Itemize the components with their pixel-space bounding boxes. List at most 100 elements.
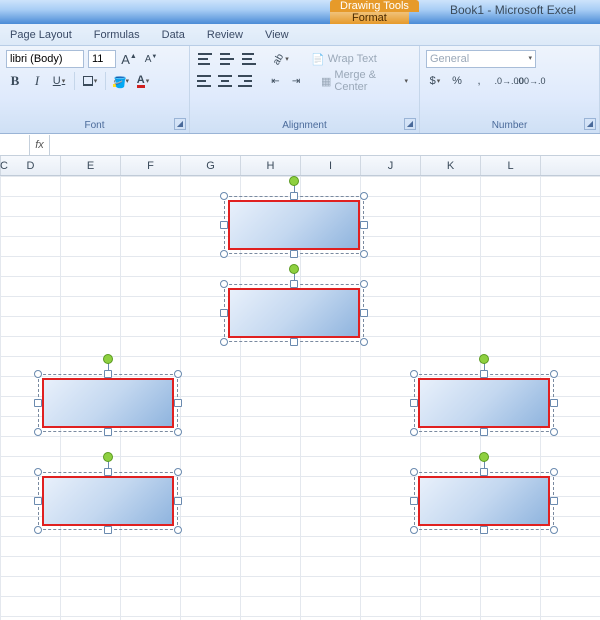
col-head[interactable]: D [1,156,61,175]
selection-handle[interactable] [174,370,182,378]
selection-handle[interactable] [290,250,298,258]
selection-handle[interactable] [174,428,182,436]
number-format-select[interactable]: General▾ [426,50,536,68]
merge-center-button[interactable]: ▦ Merge & Center▾ [316,72,413,90]
selection-handle[interactable] [220,338,228,346]
col-head[interactable]: K [421,156,481,175]
selection-handle[interactable] [360,338,368,346]
selection-handle[interactable] [550,428,558,436]
selection-handle[interactable] [34,370,42,378]
align-middle-button[interactable] [218,50,236,68]
selection-handle[interactable] [220,280,228,288]
selection-handle[interactable] [34,497,42,505]
currency-button[interactable]: $▾ [426,72,444,90]
rectangle[interactable] [42,378,174,428]
orientation-button[interactable]: ab▾ [272,50,290,68]
selection-handle[interactable] [220,309,228,317]
cells-area[interactable] [0,176,600,620]
tab-review[interactable]: Review [207,29,243,41]
rectangle[interactable] [42,476,174,526]
selection-handle[interactable] [290,338,298,346]
selection-handle[interactable] [220,221,228,229]
selection-handle[interactable] [550,468,558,476]
decrease-indent-button[interactable]: ⇤ [267,72,284,90]
selection-handle[interactable] [550,399,558,407]
selection-handle[interactable] [410,497,418,505]
font-color-button[interactable]: A▾ [134,72,152,90]
selection-handle[interactable] [480,428,488,436]
rotation-handle[interactable] [103,354,113,364]
alignment-dialog-launcher[interactable]: ◢ [404,118,416,130]
percent-button[interactable]: % [448,72,466,90]
rotation-handle[interactable] [103,452,113,462]
col-head[interactable]: G [181,156,241,175]
selection-handle[interactable] [410,468,418,476]
increase-decimal-button[interactable]: .0→.00 [500,72,518,90]
col-head[interactable]: L [481,156,541,175]
tab-page-layout[interactable]: Page Layout [10,29,72,41]
selection-handle[interactable] [220,192,228,200]
align-center-button[interactable] [217,72,234,90]
selection-handle[interactable] [290,280,298,288]
selection-handle[interactable] [34,526,42,534]
selection-handle[interactable] [360,250,368,258]
selection-handle[interactable] [360,192,368,200]
align-right-button[interactable] [237,72,254,90]
selection-handle[interactable] [360,221,368,229]
wrap-text-button[interactable]: 📄 Wrap Text [306,50,382,68]
selection-handle[interactable] [104,428,112,436]
selection-handle[interactable] [550,526,558,534]
grow-font-button[interactable]: A▲ [120,50,138,68]
selection-handle[interactable] [174,399,182,407]
selection-handle[interactable] [34,468,42,476]
selection-handle[interactable] [34,428,42,436]
selection-handle[interactable] [174,526,182,534]
selection-handle[interactable] [104,468,112,476]
selection-handle[interactable] [174,468,182,476]
shape-rect-5[interactable] [38,472,178,530]
rotation-handle[interactable] [479,452,489,462]
shrink-font-button[interactable]: A▼ [142,50,160,68]
italic-button[interactable]: I [28,72,46,90]
selection-handle[interactable] [410,526,418,534]
selection-handle[interactable] [480,526,488,534]
selection-handle[interactable] [34,399,42,407]
border-button[interactable]: ▾ [81,72,99,90]
selection-handle[interactable] [174,497,182,505]
bold-button[interactable]: B [6,72,24,90]
decrease-decimal-button[interactable]: .00→.0 [522,72,540,90]
selection-handle[interactable] [104,370,112,378]
selection-handle[interactable] [550,370,558,378]
shape-rect-6[interactable] [414,472,554,530]
font-size-select[interactable] [88,50,116,68]
col-head[interactable]: J [361,156,421,175]
shape-rect-1[interactable] [224,196,364,254]
number-dialog-launcher[interactable]: ◢ [584,118,596,130]
selection-handle[interactable] [360,309,368,317]
tab-data[interactable]: Data [162,29,185,41]
shape-rect-4[interactable] [414,374,554,432]
selection-handle[interactable] [410,428,418,436]
rectangle[interactable] [418,378,550,428]
increase-indent-button[interactable]: ⇥ [288,72,305,90]
selection-handle[interactable] [220,250,228,258]
rectangle[interactable] [418,476,550,526]
col-head[interactable]: F [121,156,181,175]
format-tab[interactable]: Format [330,12,409,24]
selection-handle[interactable] [290,192,298,200]
comma-button[interactable]: , [470,72,488,90]
col-head[interactable]: I [301,156,361,175]
rotation-handle[interactable] [289,264,299,274]
name-box[interactable] [0,135,30,155]
align-left-button[interactable] [196,72,213,90]
fill-color-button[interactable]: 🪣▾ [112,72,130,90]
rotation-handle[interactable] [289,176,299,186]
selection-handle[interactable] [480,468,488,476]
rectangle[interactable] [228,200,360,250]
underline-button[interactable]: U▾ [50,72,68,90]
fx-button[interactable]: fx [30,135,50,155]
selection-handle[interactable] [104,526,112,534]
font-family-select[interactable] [6,50,84,68]
selection-handle[interactable] [410,370,418,378]
tab-view[interactable]: View [265,29,289,41]
